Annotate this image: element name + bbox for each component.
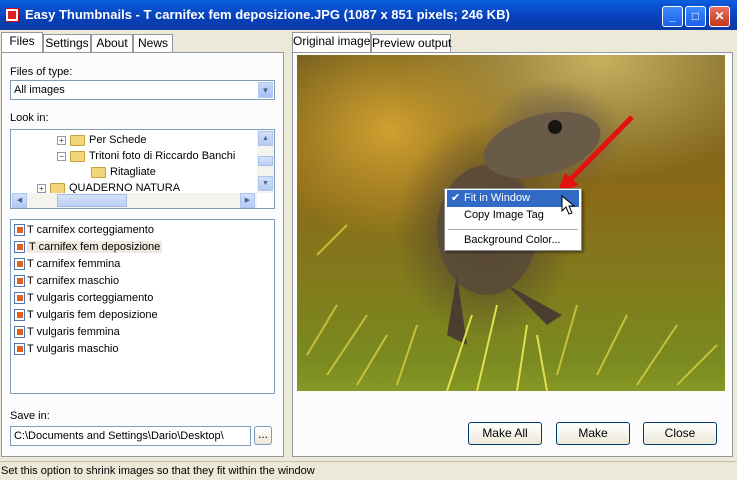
image-file-icon: [14, 292, 25, 305]
image-file-icon: [14, 224, 25, 237]
files-of-type-select[interactable]: All images ▼: [10, 80, 275, 100]
scroll-thumb[interactable]: [258, 156, 273, 166]
list-item[interactable]: T vulgaris corteggiamento: [14, 290, 153, 307]
image-file-icon: [14, 309, 25, 322]
folder-icon: [91, 166, 106, 178]
folder-icon: [70, 134, 85, 146]
mouse-cursor-icon: [561, 195, 575, 215]
collapse-icon[interactable]: −: [57, 151, 66, 161]
browse-button[interactable]: ...: [254, 426, 272, 445]
tree-item-per-schede[interactable]: + Per Schede: [57, 132, 146, 148]
tree-item-label: Ritagliate: [110, 166, 156, 178]
menu-item-label: Copy Image Tag: [464, 209, 544, 221]
menu-item-label: Fit in Window: [464, 192, 531, 204]
file-name: T carnifex fem deposizione: [27, 241, 163, 253]
close-window-button[interactable]: ✕: [709, 6, 730, 27]
make-button[interactable]: Make: [556, 422, 630, 445]
app-icon[interactable]: [5, 8, 19, 22]
window-title: Easy Thumbnails - T carnifex fem deposiz…: [25, 7, 510, 22]
title-bar[interactable]: Easy Thumbnails - T carnifex fem deposiz…: [0, 0, 737, 30]
image-file-icon: [14, 343, 25, 356]
tab-settings[interactable]: Settings: [43, 34, 91, 52]
menu-item-label: Background Color...: [464, 234, 561, 246]
close-button[interactable]: Close: [643, 422, 717, 445]
look-in-label: Look in:: [10, 112, 49, 124]
tab-files[interactable]: Files: [1, 32, 43, 53]
tree-vertical-scrollbar[interactable]: ▲ ▼: [257, 130, 274, 193]
tree-item-label: Tritoni foto di Riccardo Banchi: [89, 150, 236, 162]
tree-horizontal-scrollbar[interactable]: ◀ ▶: [11, 193, 257, 208]
expand-icon[interactable]: +: [57, 135, 66, 145]
image-file-icon: [14, 275, 25, 288]
folder-icon: [70, 150, 85, 162]
menu-item-background-color[interactable]: Background Color...: [447, 232, 579, 249]
check-icon: ✔: [451, 192, 461, 204]
list-item[interactable]: T vulgaris femmina: [14, 324, 120, 341]
folder-tree[interactable]: + Per Schede − Tritoni foto di Riccardo Ba…: [10, 129, 275, 209]
list-item[interactable]: T carnifex femmina: [14, 256, 120, 273]
image-file-icon: [14, 326, 25, 339]
expand-icon[interactable]: +: [37, 183, 46, 193]
scroll-down-icon[interactable]: ▼: [258, 176, 273, 191]
scroll-up-icon[interactable]: ▲: [258, 131, 273, 146]
list-item[interactable]: T vulgaris fem deposizione: [14, 307, 158, 324]
file-name: T carnifex corteggiamento: [27, 224, 154, 236]
scroll-left-icon[interactable]: ◀: [12, 193, 27, 208]
menu-item-copy-image-tag[interactable]: Copy Image Tag: [447, 207, 579, 224]
minimize-button[interactable]: _: [662, 6, 683, 27]
folder-icon: [50, 182, 65, 194]
files-of-type-value: All images: [14, 84, 65, 96]
tab-original-image[interactable]: Original image: [292, 32, 371, 53]
tree-item-ritagliate[interactable]: Ritagliate: [91, 164, 156, 180]
list-item-selected[interactable]: T carnifex fem deposizione: [14, 239, 163, 256]
list-item[interactable]: T carnifex maschio: [14, 273, 119, 290]
scroll-thumb[interactable]: [57, 194, 127, 207]
file-name: T vulgaris maschio: [27, 343, 119, 355]
list-item[interactable]: T vulgaris maschio: [14, 341, 119, 358]
make-all-button[interactable]: Make All: [468, 422, 542, 445]
file-name: T carnifex maschio: [27, 275, 120, 287]
file-name: T vulgaris femmina: [27, 326, 120, 338]
tree-item-tritoni[interactable]: − Tritoni foto di Riccardo Banchi: [57, 148, 235, 164]
save-in-label: Save in:: [10, 410, 50, 422]
tab-news[interactable]: News: [133, 34, 173, 52]
maximize-button[interactable]: □: [685, 6, 706, 27]
status-text: Set this option to shrink images so that…: [1, 465, 315, 477]
image-file-icon: [14, 258, 25, 271]
scroll-right-icon[interactable]: ▶: [240, 193, 255, 208]
list-item[interactable]: T carnifex corteggiamento: [14, 222, 154, 239]
menu-separator: [448, 229, 578, 230]
tab-about[interactable]: About: [91, 34, 133, 52]
menu-item-fit-in-window[interactable]: ✔ Fit in Window: [447, 190, 579, 207]
file-list[interactable]: T carnifex corteggiamento T carnifex fem…: [10, 219, 275, 394]
tree-item-label: Per Schede: [89, 134, 147, 146]
file-name: T carnifex femmina: [27, 258, 121, 270]
chevron-down-icon[interactable]: ▼: [258, 82, 273, 98]
image-file-icon: [14, 241, 25, 254]
status-bar: Set this option to shrink images so that…: [0, 461, 737, 480]
file-name: T vulgaris corteggiamento: [27, 292, 154, 304]
save-in-field[interactable]: C:\Documents and Settings\Dario\Desktop\: [10, 426, 251, 446]
files-of-type-label: Files of type:: [10, 66, 73, 78]
file-name: T vulgaris fem deposizione: [27, 309, 158, 321]
tab-preview-output[interactable]: Preview output: [371, 34, 451, 52]
